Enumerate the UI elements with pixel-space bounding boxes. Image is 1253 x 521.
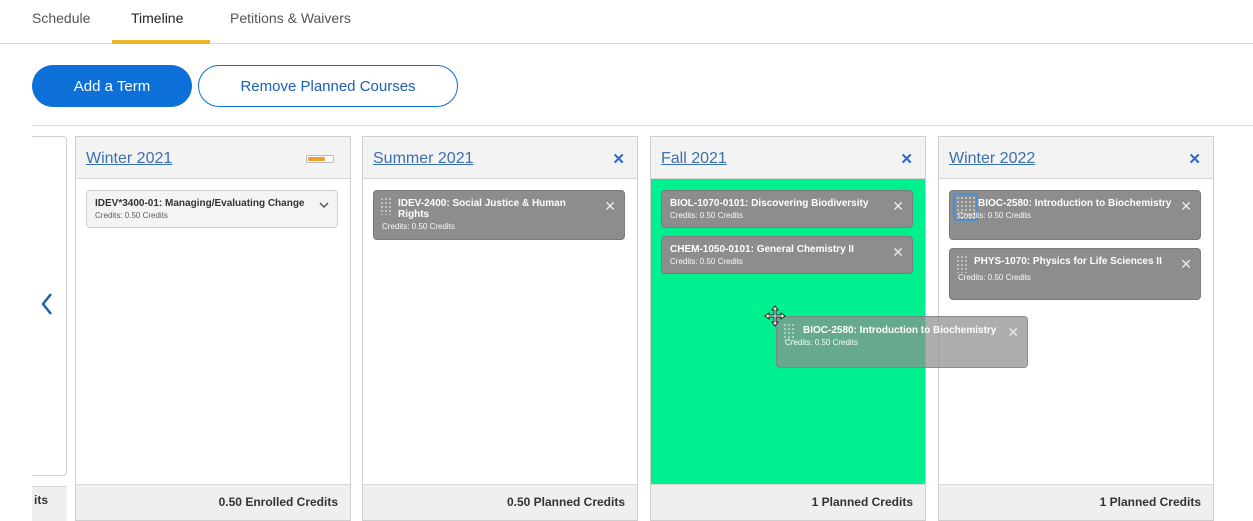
course-credits: Credits: 0.50 Credits: [958, 211, 1031, 220]
close-icon[interactable]: ✕: [1180, 256, 1192, 273]
close-icon[interactable]: ✕: [900, 150, 913, 168]
tab-petitions-waivers[interactable]: Petitions & Waivers: [230, 10, 351, 26]
course-credits: Credits: 0.50 Credits: [382, 222, 455, 231]
course-title: BIOL-1070-0101: Discovering Biodiversity: [670, 198, 869, 209]
term-footer: 1 Planned Credits: [651, 484, 925, 520]
course-title: BIOC-2580: Introduction to Biochemistry: [803, 325, 997, 336]
course-card[interactable]: BIOL-1070-0101: Discovering Biodiversity…: [661, 190, 913, 228]
close-icon[interactable]: ✕: [604, 198, 616, 215]
course-card[interactable]: PHYS-1070: Physics for Life Sciences II …: [949, 248, 1201, 300]
close-icon[interactable]: ✕: [1188, 150, 1201, 168]
course-credits: Credits: 0.50 Credits: [958, 273, 1031, 282]
term-credits-total: 1 Planned Credits: [1099, 495, 1201, 509]
course-title: PHYS-1070: Physics for Life Sciences II: [974, 256, 1162, 267]
term-course-list: IDEV*3400-01: Managing/Evaluating Change…: [76, 179, 350, 486]
close-icon[interactable]: ✕: [892, 198, 904, 215]
term-header: Summer 2021 ✕: [363, 137, 637, 179]
chevron-left-icon[interactable]: [36, 289, 58, 319]
term-footer: 1 Planned Credits: [939, 484, 1213, 520]
drag-handle-icon[interactable]: [380, 197, 392, 215]
term-column-winter-2021: Winter 2021 IDEV*3400-01: Managing/Evalu…: [75, 136, 351, 521]
term-credits-total: 1 Planned Credits: [811, 495, 913, 509]
close-icon[interactable]: ✕: [892, 244, 904, 261]
course-card[interactable]: CHEM-1050-0101: General Chemistry II Cre…: [661, 236, 913, 274]
move-cursor-icon: [764, 305, 786, 327]
term-header: Fall 2021 ✕: [651, 137, 925, 179]
remove-planned-courses-button[interactable]: Remove Planned Courses: [198, 65, 458, 107]
term-credits-total: 0.50 Planned Credits: [506, 495, 625, 509]
term-header: Winter 2022 ✕: [939, 137, 1213, 179]
close-icon[interactable]: ✕: [612, 150, 625, 168]
term-footer: 0.50 Enrolled Credits: [76, 484, 350, 520]
dragging-course-card[interactable]: BIOC-2580: Introduction to Biochemistry …: [776, 316, 1028, 368]
course-credits: Credits: 0.50 Credits: [670, 211, 743, 220]
term-title[interactable]: Summer 2021: [373, 150, 474, 168]
tab-bar: Schedule Timeline Petitions & Waivers: [0, 0, 1253, 44]
add-term-button[interactable]: Add a Term: [32, 65, 192, 107]
course-title: CHEM-1050-0101: General Chemistry II: [670, 244, 854, 255]
close-icon[interactable]: ✕: [1007, 324, 1019, 341]
term-title[interactable]: Winter 2022: [949, 150, 1035, 168]
course-title: BIOC-2580: Introduction to Biochemistry: [978, 198, 1172, 209]
course-card[interactable]: BIOC-2580: Introduction to Biochemistry …: [949, 190, 1201, 240]
drag-handle-icon[interactable]: [956, 255, 968, 273]
course-card[interactable]: IDEV*3400-01: Managing/Evaluating Change…: [86, 190, 338, 228]
tab-timeline[interactable]: Timeline: [131, 10, 183, 26]
course-card[interactable]: IDEV-2400: Social Justice & Human Rights…: [373, 190, 625, 240]
course-credits: Credits: 0.50 Credits: [785, 338, 858, 347]
chevron-down-icon[interactable]: [319, 200, 329, 212]
term-course-list: IDEV-2400: Social Justice & Human Rights…: [363, 179, 637, 486]
previous-term-credits: its: [32, 486, 67, 521]
course-credits: Credits: 0.50 Credits: [95, 211, 168, 220]
course-title: IDEV*3400-01: Managing/Evaluating Change: [95, 198, 305, 209]
term-credits-total: 0.50 Enrolled Credits: [218, 495, 338, 509]
tab-schedule[interactable]: Schedule: [32, 10, 90, 26]
term-column-summer-2021: Summer 2021 ✕ IDEV-2400: Social Justice …: [362, 136, 638, 521]
active-tab-indicator: [112, 40, 210, 44]
term-footer: 0.50 Planned Credits: [363, 484, 637, 520]
course-title: IDEV-2400: Social Justice & Human Rights: [398, 198, 566, 220]
close-icon[interactable]: ✕: [1180, 198, 1192, 215]
course-credits: Credits: 0.50 Credits: [670, 257, 743, 266]
term-title[interactable]: Winter 2021: [86, 150, 172, 168]
board-divider: [32, 125, 1253, 126]
term-title[interactable]: Fall 2021: [661, 150, 727, 168]
progress-icon: [306, 155, 334, 163]
term-header: Winter 2021: [76, 137, 350, 179]
